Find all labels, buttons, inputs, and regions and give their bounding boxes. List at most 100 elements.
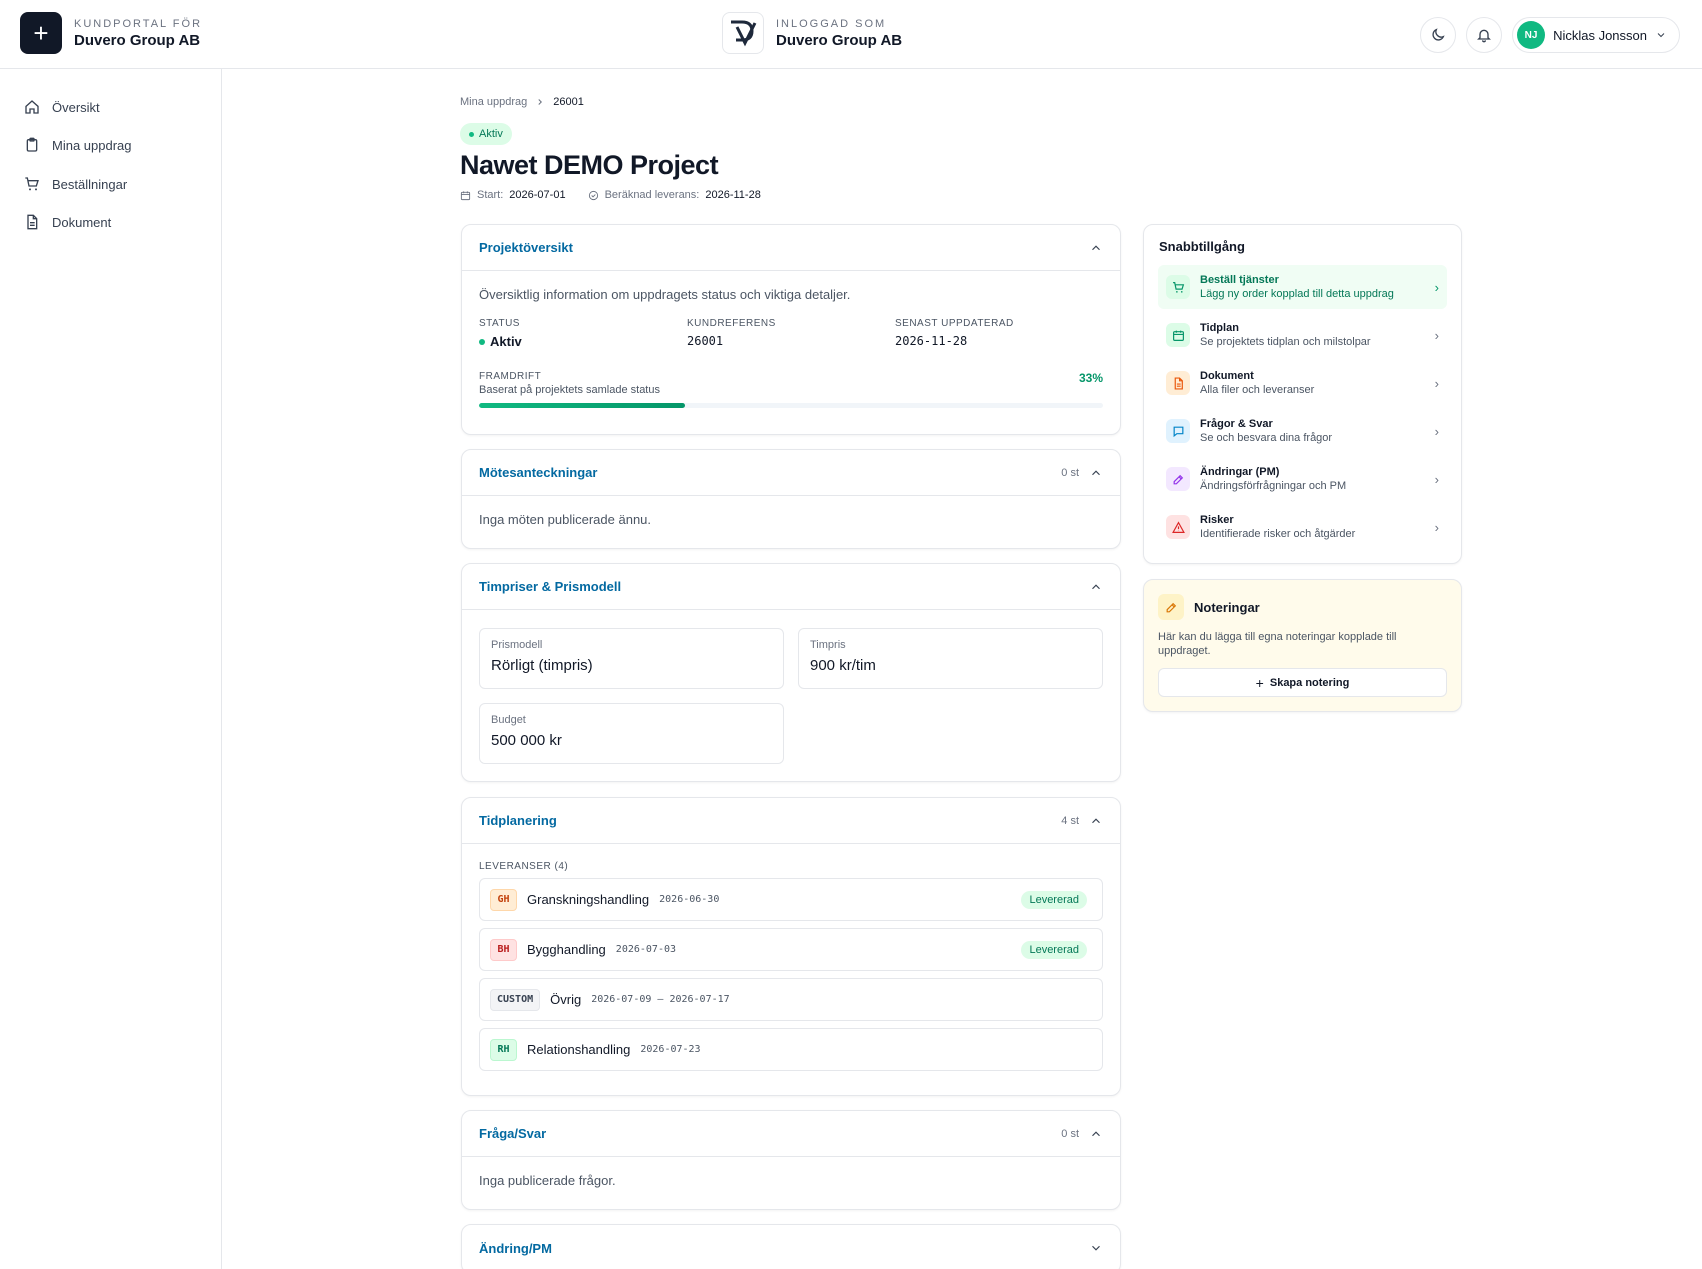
notes-description: Här kan du lägga till egna noteringar ko… xyxy=(1158,631,1397,657)
sidebar-item-dokument[interactable]: Dokument xyxy=(24,212,111,232)
quick-item-order-services[interactable]: Beställ tjänster Lägg ny order kopplad t… xyxy=(1158,265,1447,309)
breadcrumb: Mina uppdrag 26001 xyxy=(460,96,584,108)
chevron-right-icon xyxy=(538,99,543,105)
list-item[interactable]: RH Relationshandling 2026-07-23 xyxy=(479,1028,1103,1071)
sidebar-item-bestallningar[interactable]: Beställningar xyxy=(24,174,127,194)
chevron-up-icon[interactable] xyxy=(1089,814,1103,828)
status-badge: Levererad xyxy=(1021,940,1087,959)
cart-icon xyxy=(1166,275,1190,299)
clipboard-icon xyxy=(26,137,38,152)
document-icon xyxy=(1166,371,1190,395)
quick-item-documents[interactable]: Dokument Alla filer och leveranser › xyxy=(1158,361,1447,405)
chevron-up-icon[interactable] xyxy=(1089,466,1103,480)
logged-in-company: Duvero Group AB xyxy=(776,31,903,49)
status-stat: STATUS Aktiv xyxy=(479,318,522,349)
chevron-right-icon: › xyxy=(1434,423,1439,439)
changes-header[interactable]: Ändring/PM xyxy=(462,1225,1120,1269)
schedule-card: Tidplanering 4 st LEVERANSER (4) GH Gran… xyxy=(461,797,1121,1096)
reference-stat: KUNDREFERENS 26001 xyxy=(687,318,776,348)
qa-card: Fråga/Svar 0 st Inga publicerade frågor. xyxy=(461,1110,1121,1210)
deliverable-name: Bygghandling xyxy=(527,942,606,957)
quick-item-changes[interactable]: Ändringar (PM) Ändringsförfrågningar och… xyxy=(1158,457,1447,501)
portal-company: Duvero Group AB xyxy=(74,31,201,49)
quick-access-panel: Snabbtillgång Beställ tjänster Lägg ny o… xyxy=(1143,224,1462,564)
sidebar-item-oversikt[interactable]: Översikt xyxy=(24,97,100,117)
deliverable-name: Granskningshandling xyxy=(527,892,650,907)
theme-toggle-button[interactable] xyxy=(1420,17,1457,53)
quick-access-title: Snabbtillgång xyxy=(1159,239,1245,254)
quick-item-schedule[interactable]: Tidplan Se projektets tidplan och milsto… xyxy=(1158,313,1447,357)
portal-brand[interactable]: + KUNDPORTAL FÖR Duvero Group AB xyxy=(20,12,202,54)
top-header: + KUNDPORTAL FÖR Duvero Group AB INLOGGA… xyxy=(0,0,1702,69)
moon-icon xyxy=(1432,28,1445,41)
chevron-right-icon: › xyxy=(1434,279,1439,295)
chevron-up-icon[interactable] xyxy=(1089,1127,1103,1141)
notifications-button[interactable] xyxy=(1466,17,1503,53)
calendar-icon xyxy=(1166,323,1190,347)
duvero-logo-icon xyxy=(722,12,764,54)
clock-check-icon xyxy=(588,190,598,200)
chevron-down-icon xyxy=(1657,33,1665,38)
edit-icon xyxy=(1158,594,1184,620)
status-badge: Levererad xyxy=(1021,890,1087,909)
budget-field: Budget 500 000 kr xyxy=(479,703,784,764)
start-label: Start: xyxy=(477,189,504,201)
user-menu-button[interactable]: NJ Nicklas Jonsson xyxy=(1512,17,1680,53)
deliverable-tag: RH xyxy=(490,1038,517,1061)
deliverable-tag: GH xyxy=(490,888,517,911)
deliverable-tag: BH xyxy=(490,938,517,961)
sidebar-item-label: Översikt xyxy=(52,99,100,115)
schedule-header[interactable]: Tidplanering 4 st xyxy=(462,798,1120,844)
edit-icon xyxy=(1166,467,1190,491)
chevron-up-icon[interactable] xyxy=(1089,580,1103,594)
deliverable-name: Övrig xyxy=(550,992,582,1007)
start-date: 2026-07-01 xyxy=(509,189,566,201)
chevron-up-icon[interactable] xyxy=(1089,241,1103,255)
project-overview-header[interactable]: Projektöversikt xyxy=(462,225,1120,271)
notes-panel: Noteringar Här kan du lägga till egna no… xyxy=(1143,579,1462,712)
breadcrumb-parent-link[interactable]: Mina uppdrag xyxy=(460,96,527,108)
create-note-label: Skapa notering xyxy=(1269,676,1350,689)
card-title: Timpriser & Prismodell xyxy=(479,579,622,594)
progress-percent: 33% xyxy=(1078,371,1103,385)
meetings-card: Mötesanteckningar 0 st Inga möten public… xyxy=(461,449,1121,549)
home-icon xyxy=(25,100,39,114)
document-icon xyxy=(27,214,38,230)
status-badge-label: Aktiv xyxy=(479,128,503,140)
sidebar-item-label: Beställningar xyxy=(52,176,128,192)
deliverable-tag: CUSTOM xyxy=(490,988,541,1011)
project-overview-card: Projektöversikt Översiktlig information … xyxy=(461,224,1121,435)
deliverable-date: 2026-06-30 xyxy=(659,894,720,905)
portal-label: KUNDPORTAL FÖR xyxy=(74,17,203,30)
deliverable-date: 2026-07-09 – 2026-07-17 xyxy=(591,994,730,1005)
card-title: Projektöversikt xyxy=(479,240,573,255)
sidebar: Översikt Mina uppdrag Beställningar Doku… xyxy=(0,69,222,1269)
pricing-header[interactable]: Timpriser & Prismodell xyxy=(462,564,1120,610)
quick-item-qa[interactable]: Frågor & Svar Se och besvara dina frågor… xyxy=(1158,409,1447,453)
empty-state: Inga publicerade frågor. xyxy=(479,1173,616,1188)
deliverables-label: LEVERANSER (4) xyxy=(479,861,569,872)
qa-header[interactable]: Fråga/Svar 0 st xyxy=(462,1111,1120,1157)
chevron-right-icon: › xyxy=(1434,327,1439,343)
hourly-rate-field: Timpris 900 kr/tim xyxy=(798,628,1103,689)
warning-icon xyxy=(1166,515,1190,539)
create-note-button[interactable]: + Skapa notering xyxy=(1158,668,1447,697)
deliverable-date: 2026-07-23 xyxy=(640,1044,701,1055)
list-item[interactable]: BH Bygghandling 2026-07-03 Levererad xyxy=(479,928,1103,971)
deliverable-date: 2026-07-03 xyxy=(615,944,677,955)
chevron-down-icon[interactable] xyxy=(1089,1241,1103,1255)
sidebar-item-label: Dokument xyxy=(52,214,112,230)
cart-icon xyxy=(25,177,39,191)
sidebar-item-mina-uppdrag[interactable]: Mina uppdrag xyxy=(24,135,132,155)
pricing-card: Timpriser & Prismodell Prismodell Rörlig… xyxy=(461,563,1121,782)
list-item[interactable]: CUSTOM Övrig 2026-07-09 – 2026-07-17 xyxy=(479,978,1103,1021)
chevron-right-icon: › xyxy=(1434,375,1439,391)
sidebar-item-label: Mina uppdrag xyxy=(52,137,132,153)
card-title: Fråga/Svar xyxy=(479,1126,547,1141)
user-name: Nicklas Jonsson xyxy=(1553,27,1647,43)
meetings-header[interactable]: Mötesanteckningar 0 st xyxy=(462,450,1120,496)
progress-bar-fill xyxy=(479,403,685,408)
delivery-date: 2026-11-28 xyxy=(705,189,761,201)
quick-item-risks[interactable]: Risker Identifierade risker och åtgärder… xyxy=(1158,505,1447,549)
list-item[interactable]: GH Granskningshandling 2026-06-30 Levere… xyxy=(479,878,1103,921)
